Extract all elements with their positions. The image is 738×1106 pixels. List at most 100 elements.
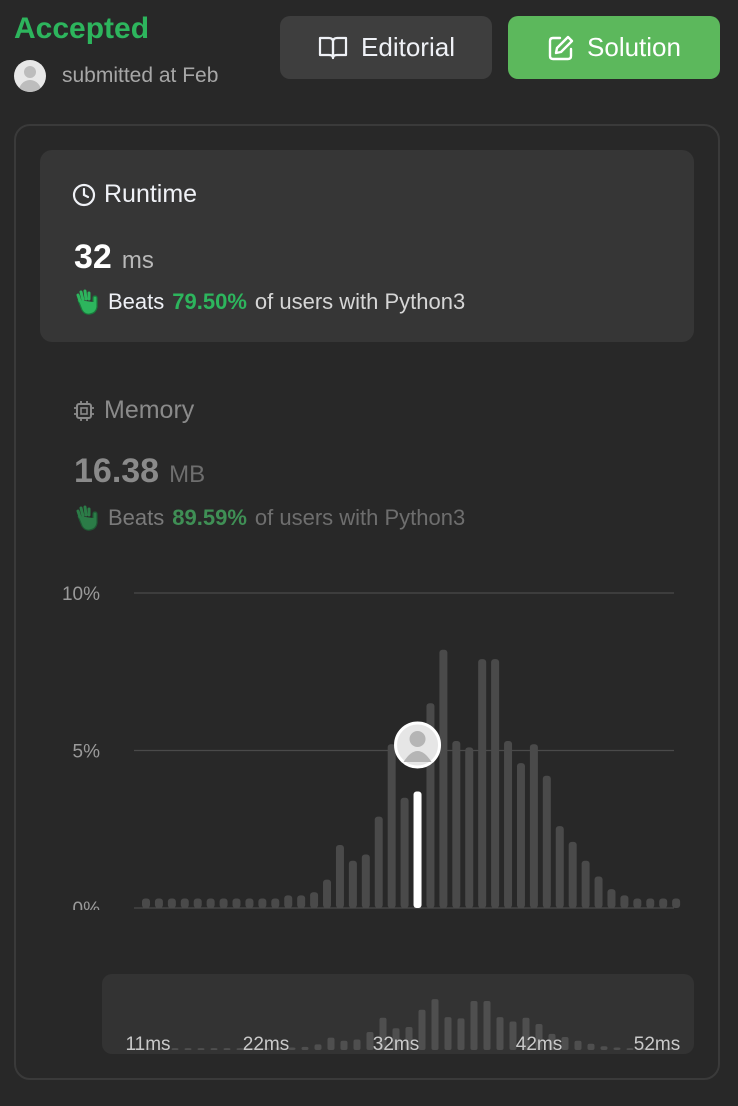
chart-bar: [323, 879, 332, 908]
chart-bar: [232, 898, 241, 908]
memory-value: 16.38: [74, 452, 160, 490]
chart-bar: [555, 826, 564, 908]
submission-info: submitted at Feb: [14, 60, 248, 92]
runtime-unit: ms: [121, 247, 154, 274]
chart-bar: [633, 898, 642, 908]
chart-bar: [491, 659, 500, 908]
chart-bar: [245, 898, 254, 908]
overview-tick-label: 22ms: [243, 1034, 289, 1055]
memory-title: Memory: [104, 396, 195, 424]
status-accepted: Accepted: [14, 12, 150, 45]
overview-bar: [626, 1048, 634, 1050]
chart-bar: [465, 747, 474, 908]
chart-bar: [142, 898, 150, 908]
overview-bar: [561, 1036, 569, 1050]
chart-bar: [542, 775, 551, 908]
chart-bar: [361, 854, 370, 908]
clap-icon: [76, 505, 98, 531]
memory-percent: 89.59%: [172, 505, 247, 530]
overview-bar: [314, 1044, 322, 1050]
editorial-button[interactable]: Editorial: [280, 16, 492, 79]
runtime-title-row: Runtime: [72, 180, 197, 209]
chart-bar: [400, 797, 409, 908]
chart-bar: [271, 898, 280, 908]
chart-bar: [646, 898, 655, 908]
chart-bar: [219, 898, 228, 908]
overview-tick-label: 32ms: [373, 1034, 419, 1055]
overview-tick-label: 11ms: [125, 1034, 170, 1055]
overview-bar: [301, 1046, 309, 1050]
chart-bar: [310, 892, 319, 908]
chart-bar: [581, 860, 590, 908]
memory-unit: MB: [169, 461, 206, 488]
chart-bar: [529, 744, 538, 908]
chart-bar: [193, 898, 202, 908]
overview-bar: [444, 1017, 452, 1050]
overview-bar: [288, 1047, 296, 1050]
memory-beats-row: Beats 89.59% of users with Python3: [72, 504, 465, 532]
chart-bar: [594, 876, 603, 908]
chart-bar: [297, 895, 306, 908]
overview-bar: [587, 1043, 595, 1050]
memory-value-row: 16.38 MB: [74, 452, 205, 491]
chart-bar: [374, 816, 383, 908]
chart-bar: [672, 898, 681, 908]
overview-bar: [431, 999, 439, 1050]
chart-bar: [206, 898, 215, 908]
runtime-percent: 79.50%: [172, 289, 247, 314]
submitted-text: submitted at Feb: [62, 64, 219, 87]
overview-bar: [483, 1001, 491, 1050]
chart-bar: [452, 741, 461, 908]
chart-bar: [284, 895, 293, 908]
overview-bar: [470, 1001, 478, 1050]
runtime-title: Runtime: [104, 180, 198, 208]
overview-bar: [600, 1046, 608, 1050]
chart-bar: [167, 898, 176, 908]
chart-bar: [659, 898, 668, 908]
avatar-head: [409, 731, 426, 747]
overview-bar: [340, 1040, 348, 1050]
clock-icon: [72, 183, 96, 206]
runtime-value-row: 32 ms: [74, 238, 154, 277]
chart-bar: [568, 841, 577, 908]
clap-icon: [76, 289, 98, 315]
runtime-distribution-chart[interactable]: 0%5%10%11ms32ms52ms: [0, 580, 738, 910]
avatar-head: [24, 66, 36, 78]
y-tick-label: 0%: [73, 899, 101, 910]
overview-bar: [574, 1040, 582, 1050]
chart-bar: [516, 763, 525, 908]
chart-bar: [387, 744, 396, 908]
solution-label: Solution: [587, 32, 681, 62]
avatar[interactable]: [14, 60, 46, 92]
memory-title-row[interactable]: Memory: [72, 396, 194, 425]
overview-bar: [184, 1048, 192, 1050]
y-tick-label: 10%: [62, 584, 100, 605]
overview-bar: [171, 1048, 179, 1050]
overview-bar: [327, 1037, 335, 1050]
avatar-body: [19, 80, 41, 92]
chart-bar: [154, 898, 163, 908]
y-tick-label: 5%: [73, 742, 101, 763]
chart-bar: [478, 659, 487, 908]
runtime-beats-row: Beats 79.50% of users with Python3: [72, 288, 465, 316]
memory-suffix: of users with Python3: [254, 505, 466, 530]
book-icon: [318, 36, 348, 59]
solution-button[interactable]: Solution: [508, 16, 720, 79]
overview-tick-label: 42ms: [516, 1034, 562, 1055]
chart-bar: [180, 898, 189, 908]
overview-bar: [223, 1048, 231, 1050]
overview-bar: [496, 1017, 504, 1050]
overview-chart[interactable]: 11ms 22ms 32ms 42ms 52ms: [0, 974, 738, 1064]
runtime-value: 32: [74, 238, 112, 276]
overview-tick-label: 52ms: [634, 1034, 680, 1055]
chart-bar: [258, 898, 267, 908]
runtime-suffix: of users with Python3: [254, 289, 466, 314]
overview-bar: [353, 1039, 361, 1050]
chart-bar: [504, 741, 513, 908]
chart-bar: [607, 889, 616, 908]
chart-bar: [335, 845, 344, 908]
overview-bar: [197, 1048, 205, 1050]
chart-bar: [439, 649, 448, 908]
editorial-label: Editorial: [361, 32, 455, 62]
memory-beats-label: Beats: [108, 505, 165, 530]
